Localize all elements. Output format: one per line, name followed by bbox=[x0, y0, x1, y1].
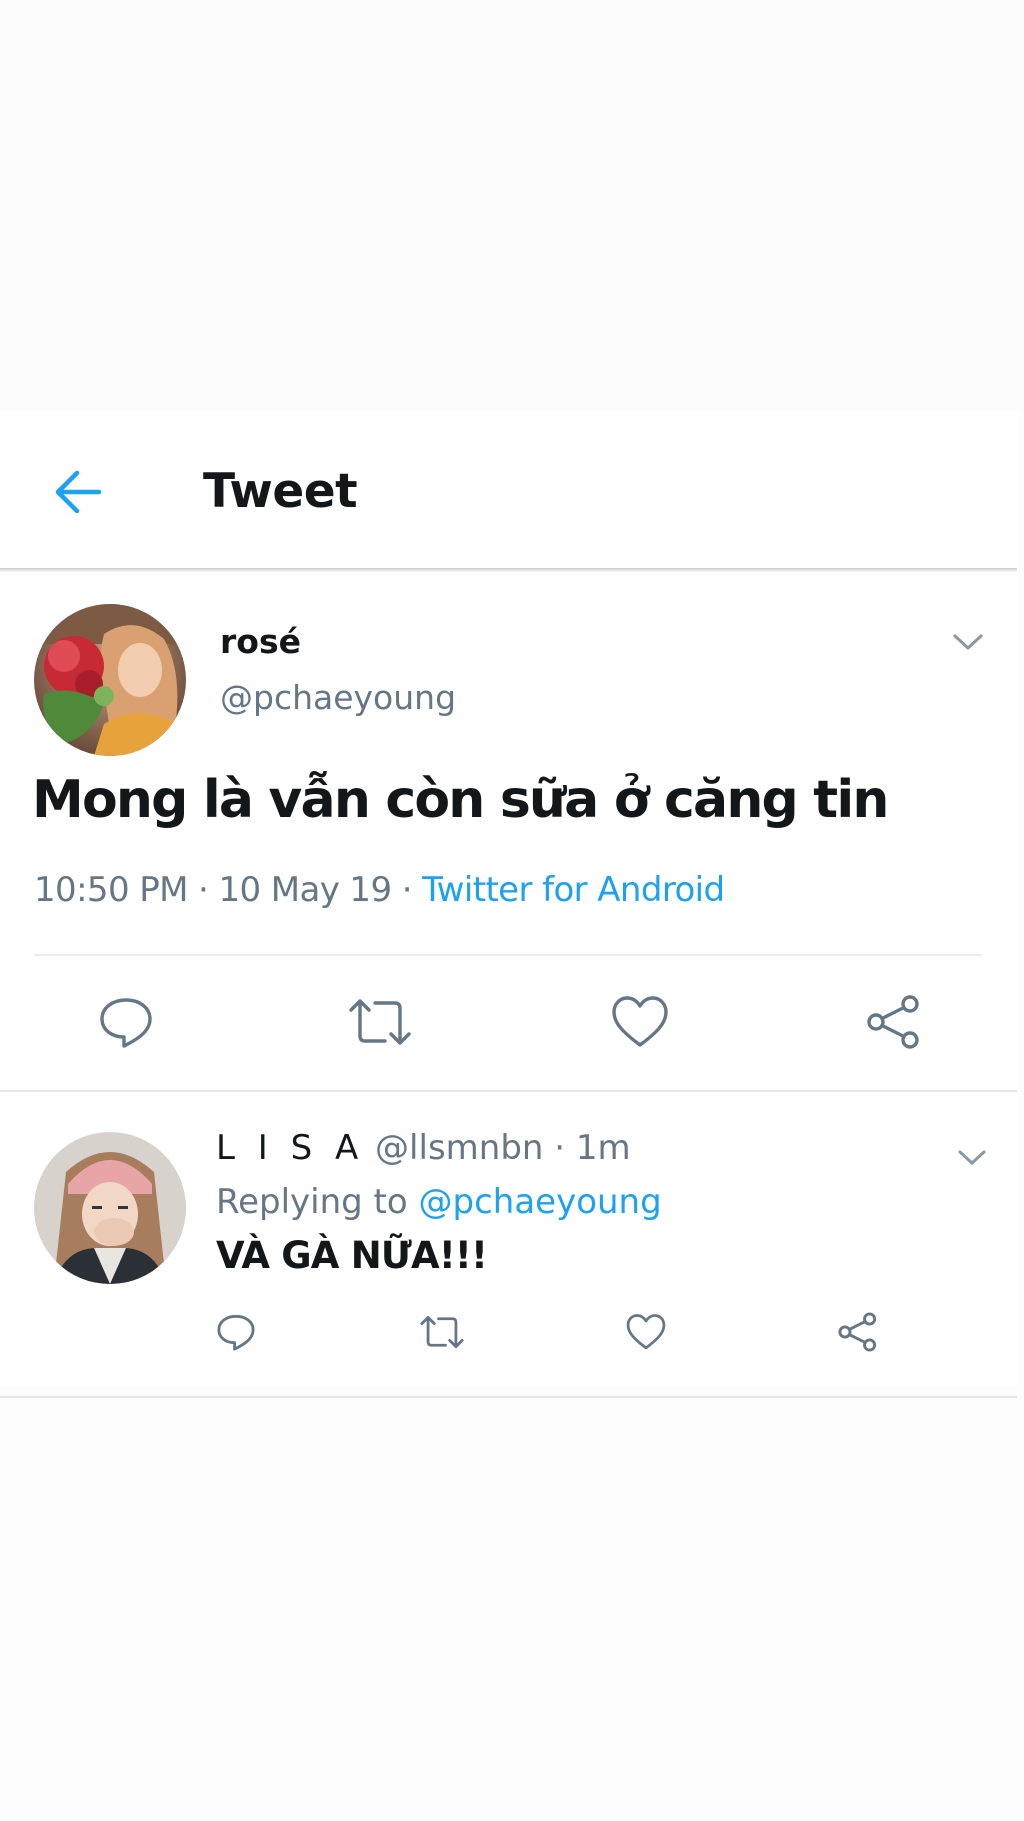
arrow-left-icon bbox=[53, 469, 103, 520]
tweet-meta: 10:50 PM · 10 May 19 · Twitter for Andro… bbox=[34, 870, 725, 910]
like-button[interactable] bbox=[602, 986, 678, 1062]
tweet-menu-button[interactable] bbox=[948, 624, 988, 664]
app-header: Tweet bbox=[0, 410, 1017, 570]
main-tweet: rosé @pchaeyoung Mong là vẫn còn sữa ở c… bbox=[0, 572, 1017, 1090]
tweet-text: Mong là vẫn còn sữa ở căng tin bbox=[32, 770, 889, 830]
reply-icon bbox=[216, 1312, 256, 1357]
meta-separator: · bbox=[391, 870, 423, 910]
chevron-down-icon bbox=[952, 632, 984, 657]
share-button[interactable] bbox=[830, 1306, 886, 1362]
avatar[interactable] bbox=[34, 1132, 186, 1284]
meta-separator: · bbox=[187, 870, 219, 910]
retweet-icon bbox=[419, 1312, 465, 1357]
heart-icon bbox=[611, 995, 669, 1054]
reply-button[interactable] bbox=[88, 986, 164, 1062]
replying-to-label: Replying to bbox=[216, 1182, 419, 1222]
retweet-button[interactable] bbox=[342, 986, 418, 1062]
bottom-blank-area bbox=[0, 1400, 1024, 1821]
tweet-menu-button[interactable] bbox=[952, 1140, 992, 1180]
tweet-source-link[interactable]: Twitter for Android bbox=[422, 870, 725, 910]
share-icon bbox=[865, 994, 923, 1055]
divider bbox=[34, 954, 982, 956]
reply-tweet: L I S A @llsmnbn · 1m Replying to @pchae… bbox=[0, 1092, 1017, 1386]
reply-header: L I S A @llsmnbn · 1m bbox=[216, 1128, 631, 1168]
reply-icon bbox=[98, 994, 154, 1055]
heart-icon bbox=[626, 1313, 666, 1356]
divider bbox=[0, 1396, 1017, 1398]
user-handle[interactable]: @llsmnbn bbox=[375, 1128, 543, 1168]
page-title: Tweet bbox=[203, 464, 358, 519]
display-name[interactable]: L I S A bbox=[216, 1128, 364, 1168]
back-button[interactable] bbox=[50, 466, 106, 522]
like-button[interactable] bbox=[618, 1306, 674, 1362]
top-blank-area bbox=[0, 0, 1024, 410]
avatar[interactable] bbox=[34, 604, 186, 756]
retweet-button[interactable] bbox=[414, 1306, 470, 1362]
share-icon bbox=[837, 1311, 879, 1358]
reply-text: VÀ GÀ NỮA!!! bbox=[216, 1234, 488, 1277]
tweet-date: 10 May 19 bbox=[218, 870, 392, 910]
share-button[interactable] bbox=[856, 986, 932, 1062]
tweet-time: 10:50 PM bbox=[34, 870, 188, 910]
meta-separator: · bbox=[543, 1128, 576, 1168]
chevron-down-icon bbox=[957, 1149, 987, 1172]
reply-button[interactable] bbox=[208, 1306, 264, 1362]
display-name[interactable]: rosé bbox=[220, 622, 301, 661]
retweet-icon bbox=[347, 994, 413, 1055]
replying-to: Replying to @pchaeyoung bbox=[216, 1182, 662, 1222]
mention-link[interactable]: @pchaeyoung bbox=[419, 1182, 662, 1222]
user-handle[interactable]: @pchaeyoung bbox=[220, 678, 456, 717]
reply-time: 1m bbox=[575, 1128, 631, 1168]
